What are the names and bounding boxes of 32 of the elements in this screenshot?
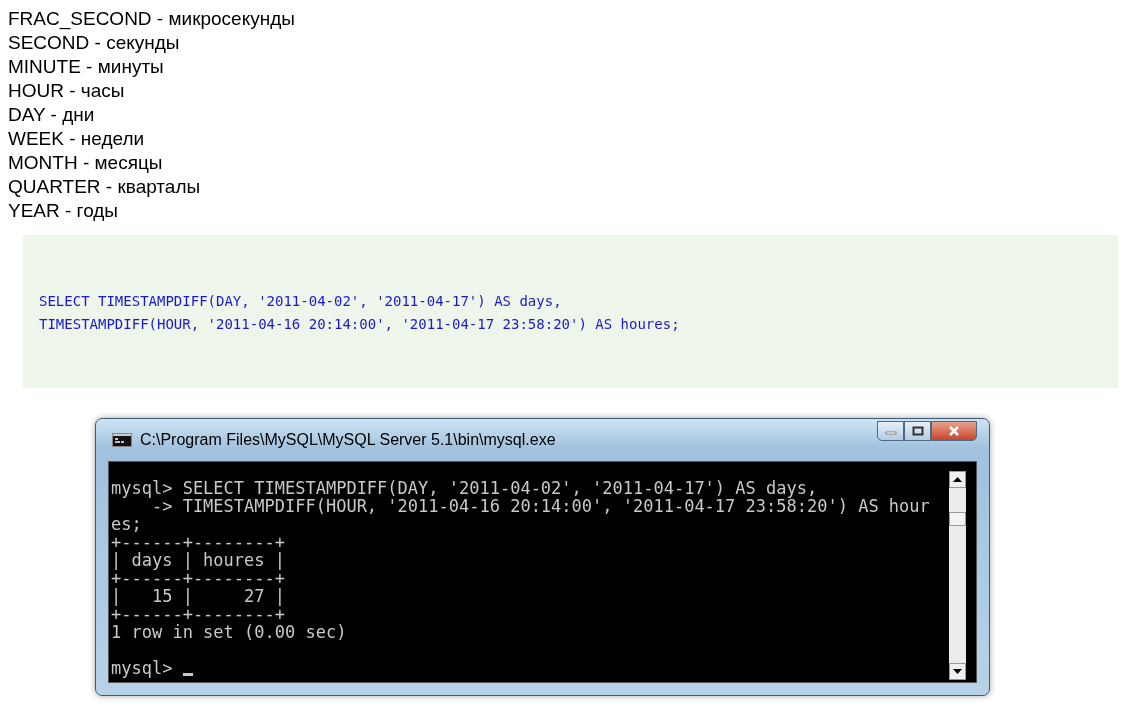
console-line: 1 row in set (0.00 sec) (111, 623, 347, 641)
unit-line: QUARTER - кварталы (8, 175, 201, 199)
unit-line: WEEK - недели (8, 127, 145, 151)
scroll-down-icon[interactable] (949, 663, 966, 680)
window-title: C:\Program Files\MySQL\MySQL Server 5.1\bin\mysql.exe (140, 431, 556, 449)
console-line: mysql> SELECT TIMESTAMPDIFF(DAY, '2011-04-02', '2011-04-17') AS days, (111, 479, 818, 497)
code-line: TIMESTAMPDIFF(HOUR, '2011-04-16 20:14:00', '2011-04-17 23:58:20') AS houres; (39, 315, 680, 334)
unit-line: MONTH - месяцы (8, 151, 163, 175)
console-line: es; (111, 515, 142, 533)
maximize-icon (910, 426, 925, 436)
maximize-button[interactable] (904, 421, 931, 441)
close-icon (946, 425, 962, 437)
console-line: -> TIMESTAMPDIFF(HOUR, '2011-04-16 20:14:00', '2011-04-17 23:58:20') AS hour (151, 497, 930, 515)
unit-line: FRAC_SECOND - микросекунды (8, 7, 295, 31)
unit-line: HOUR - часы (8, 79, 125, 103)
console-line: +------+--------+ (111, 605, 285, 623)
console-line: | days | houres | (111, 551, 285, 569)
unit-line: DAY - дни (8, 103, 95, 127)
unit-line: SECOND - секунды (8, 31, 180, 55)
minimize-button[interactable] (877, 421, 904, 441)
close-button[interactable] (931, 421, 977, 441)
console-icon (112, 433, 132, 447)
console-line: +------+--------+ (111, 569, 285, 587)
console-line: +------+--------+ (111, 533, 285, 551)
console-line: | 15 | 27 | (111, 587, 285, 605)
scrollbar[interactable] (949, 471, 966, 680)
console-line: mysql> (111, 659, 174, 677)
scroll-up-icon[interactable] (949, 471, 966, 488)
unit-line: YEAR - годы (8, 199, 119, 223)
unit-line: MINUTE - минуты (8, 55, 164, 79)
scroll-thumb[interactable] (949, 512, 966, 526)
code-line: SELECT TIMESTAMPDIFF(DAY, '2011-04-02', '2011-04-17') AS days, (39, 292, 562, 311)
